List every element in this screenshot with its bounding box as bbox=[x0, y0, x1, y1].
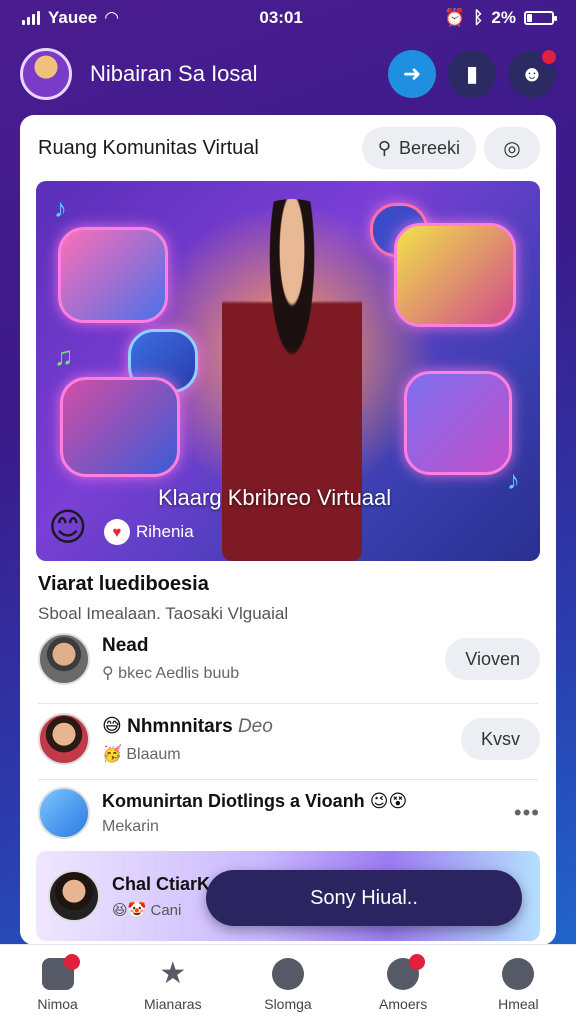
notification-dot bbox=[540, 48, 558, 66]
laugh-emoji-icon: 🥳 bbox=[102, 745, 127, 763]
search-icon: ⚲ bbox=[377, 137, 391, 158]
tab-label: Slomga bbox=[264, 995, 312, 1012]
tab-label: Amoers bbox=[379, 995, 428, 1012]
tab-star[interactable]: ★ Mianaras bbox=[123, 956, 223, 1012]
hero-banner[interactable]: ♪ ♫ ♪ Klaarg Kbribreo Virtuaal 😊 ♥ Rihen… bbox=[36, 181, 540, 561]
bottom-tab-bar: Nimoa ★ Mianaras Slomga Amoers Hmeal bbox=[0, 944, 576, 1024]
list-item-meta: ⚲ bkec Aedlis buub bbox=[102, 665, 240, 682]
music-note-icon: ♪ bbox=[54, 193, 67, 223]
avatar bbox=[38, 633, 90, 685]
view-button[interactable]: Vioven bbox=[445, 638, 540, 680]
music-note-icon: ♫ bbox=[54, 341, 74, 371]
list-item[interactable]: 😅 Nhmnnitars Deo 🥳 Blaaum Kvsv bbox=[20, 713, 556, 765]
chat-bubble-icon: ☻ bbox=[520, 61, 544, 86]
status-time: 03:01 bbox=[259, 8, 303, 27]
toast-message[interactable]: Sony Hiual.. bbox=[206, 870, 522, 926]
more-options-icon[interactable]: ••• bbox=[514, 800, 540, 826]
status-left: Yauee ◠ bbox=[22, 8, 118, 28]
tab-profile[interactable]: Hmeal bbox=[468, 957, 568, 1012]
heart-icon: ♥ bbox=[104, 519, 130, 545]
grin-emoji-icon: 😅 bbox=[102, 715, 122, 737]
video-button[interactable]: ▮ bbox=[448, 50, 496, 98]
video-tile bbox=[60, 377, 180, 477]
wifi-icon: ◠ bbox=[105, 8, 119, 27]
search-button[interactable]: ⚲ Bereeki bbox=[361, 127, 476, 169]
tab-label: Hmeal bbox=[498, 995, 539, 1012]
divider bbox=[38, 779, 538, 780]
list-item-name: Komunirtan Diotlings a Vioanh 😉😵 bbox=[102, 790, 408, 811]
tab-explore[interactable]: Slomga bbox=[238, 957, 338, 1012]
profile-icon bbox=[502, 957, 535, 990]
list-item-name: 😅 Nhmnnitars Deo bbox=[102, 715, 273, 737]
status-bar: Yauee ◠ 03:01 ⏰ ᛒ 2% bbox=[0, 0, 576, 36]
notification-badge bbox=[409, 953, 426, 970]
compass-icon bbox=[271, 957, 304, 990]
tab-home[interactable]: Nimoa bbox=[8, 953, 108, 1012]
music-note-icon: ♪ bbox=[507, 465, 520, 495]
avatar bbox=[48, 870, 100, 922]
alarm-icon: ⏰ bbox=[444, 8, 466, 27]
video-icon: ▮ bbox=[465, 61, 479, 86]
video-tile bbox=[58, 227, 168, 323]
video-tile bbox=[394, 223, 516, 327]
settings-button[interactable]: ◎ bbox=[484, 127, 540, 169]
wink-emoji-icon: 😉😵 bbox=[369, 790, 408, 811]
hero-badge: ♥ Rihenia bbox=[104, 519, 194, 545]
star-icon: ★ bbox=[159, 956, 187, 990]
hero-caption: Klaarg Kbribreo Virtuaal bbox=[158, 485, 392, 510]
search-icon: ⚲ bbox=[102, 665, 119, 682]
community-card: Ruang Komunitas Virtual ⚲ Bereeki ◎ ♪ ♫ … bbox=[20, 115, 556, 945]
list-item[interactable]: Komunirtan Diotlings a Vioanh 😉😵 Mekarin… bbox=[20, 787, 556, 839]
divider bbox=[38, 703, 538, 704]
search-label: Bereeki bbox=[398, 137, 460, 158]
list-item-name: Nead bbox=[102, 635, 149, 656]
list-item-meta: 🥳 Blaaum bbox=[102, 745, 181, 763]
share-icon: ➜ bbox=[402, 61, 422, 86]
battery-percent: 2% bbox=[491, 8, 516, 27]
action-button[interactable]: Kvsv bbox=[460, 718, 540, 760]
notification-badge bbox=[63, 953, 80, 970]
header-title: Nibairan Sa Iosal bbox=[90, 61, 258, 86]
signal-icon bbox=[22, 11, 40, 25]
laugh-emoji-icon: 😆🤡 bbox=[112, 901, 151, 919]
community-icon bbox=[38, 787, 90, 839]
avatar bbox=[38, 713, 90, 765]
share-button[interactable]: ➜ bbox=[388, 50, 436, 98]
app-header: Nibairan Sa Iosal ➜ ▮ ☻ bbox=[20, 44, 558, 104]
profile-avatar[interactable] bbox=[20, 48, 72, 100]
battery-icon bbox=[523, 11, 557, 25]
video-tile bbox=[404, 371, 512, 475]
card-title: Ruang Komunitas Virtual bbox=[38, 136, 259, 159]
list-item[interactable]: Nead ⚲ bkec Aedlis buub Vioven bbox=[20, 633, 556, 685]
target-icon: ◎ bbox=[503, 137, 521, 160]
tab-label: Nimoa bbox=[37, 995, 78, 1012]
carrier-label: Yauee bbox=[48, 8, 98, 27]
bluetooth-icon: ᛒ bbox=[473, 8, 484, 27]
smile-emoji-icon: 😊 bbox=[48, 507, 88, 549]
list-item-meta: Mekarin bbox=[102, 817, 159, 835]
tab-chat[interactable]: Amoers bbox=[353, 953, 453, 1012]
hero-badge-text: Rihenia bbox=[136, 522, 194, 541]
notifications-button[interactable]: ☻ bbox=[508, 48, 558, 98]
status-right: ⏰ ᛒ 2% bbox=[444, 8, 557, 28]
tab-label: Mianaras bbox=[143, 995, 202, 1012]
section-title: Viarat luediboesia bbox=[38, 573, 209, 595]
section-subtitle: Sboal Imealaan. Taosaki Vlguaial bbox=[38, 604, 289, 623]
card-toolbar: Ruang Komunitas Virtual ⚲ Bereeki ◎ bbox=[20, 115, 556, 181]
